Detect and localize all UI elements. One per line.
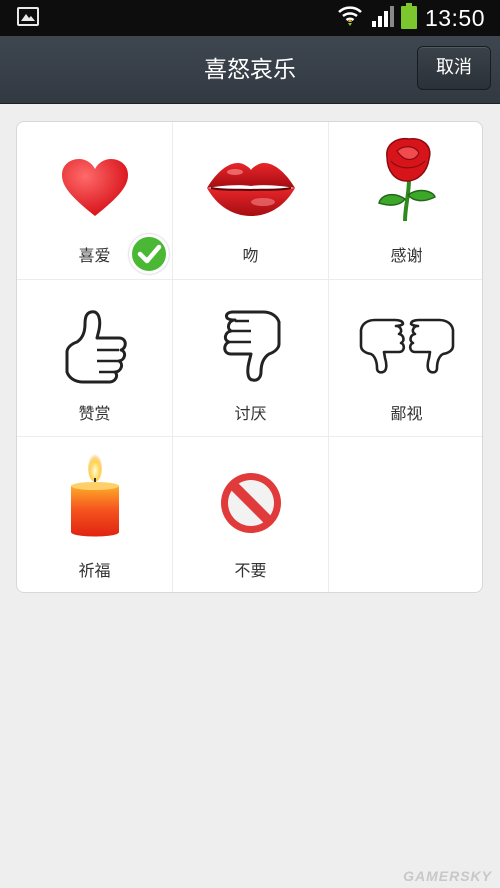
reaction-label: 不要 bbox=[234, 561, 267, 580]
status-bar: 13:50 bbox=[0, 0, 500, 36]
lips-icon bbox=[173, 138, 328, 238]
candle-icon bbox=[17, 447, 172, 547]
reaction-item-dislike[interactable]: 讨厌 bbox=[173, 280, 328, 437]
prohibited-icon bbox=[173, 453, 328, 553]
reaction-label: 感谢 bbox=[390, 246, 423, 265]
thumbs-down-icon bbox=[173, 296, 328, 396]
signal-icon bbox=[371, 5, 395, 31]
selected-check-icon bbox=[129, 234, 169, 274]
clock: 13:50 bbox=[424, 4, 485, 31]
gallery-icon bbox=[17, 7, 39, 26]
reaction-label: 祈福 bbox=[78, 561, 111, 580]
heart-icon bbox=[17, 138, 172, 238]
reaction-grid: 喜爱 吻 感谢 赞赏 讨厌 鄙视 祈福 不要 bbox=[16, 121, 483, 593]
thumbs-up-icon bbox=[17, 296, 172, 396]
reaction-item-scorn[interactable]: 鄙视 bbox=[329, 280, 482, 437]
battery-icon bbox=[400, 3, 417, 33]
reaction-label: 鄙视 bbox=[390, 404, 423, 423]
reaction-item-love[interactable]: 喜爱 bbox=[17, 122, 172, 279]
reaction-label: 吻 bbox=[242, 246, 259, 265]
watermark: GAMERSKY bbox=[403, 868, 492, 884]
reaction-item-kiss[interactable]: 吻 bbox=[173, 122, 328, 279]
header-bar: 喜怒哀乐 取消 bbox=[0, 36, 500, 104]
reaction-item-praise[interactable]: 赞赏 bbox=[17, 280, 172, 437]
reaction-label: 讨厌 bbox=[234, 404, 267, 423]
reaction-item-thanks[interactable]: 感谢 bbox=[329, 122, 482, 279]
rose-icon bbox=[329, 130, 482, 230]
wifi-icon bbox=[337, 4, 363, 32]
reaction-item-no[interactable]: 不要 bbox=[173, 437, 328, 592]
cancel-button[interactable]: 取消 bbox=[417, 46, 491, 90]
reaction-item-pray[interactable]: 祈福 bbox=[17, 437, 172, 592]
double-thumbs-down-icon bbox=[329, 296, 482, 396]
reaction-label: 赞赏 bbox=[78, 404, 111, 423]
